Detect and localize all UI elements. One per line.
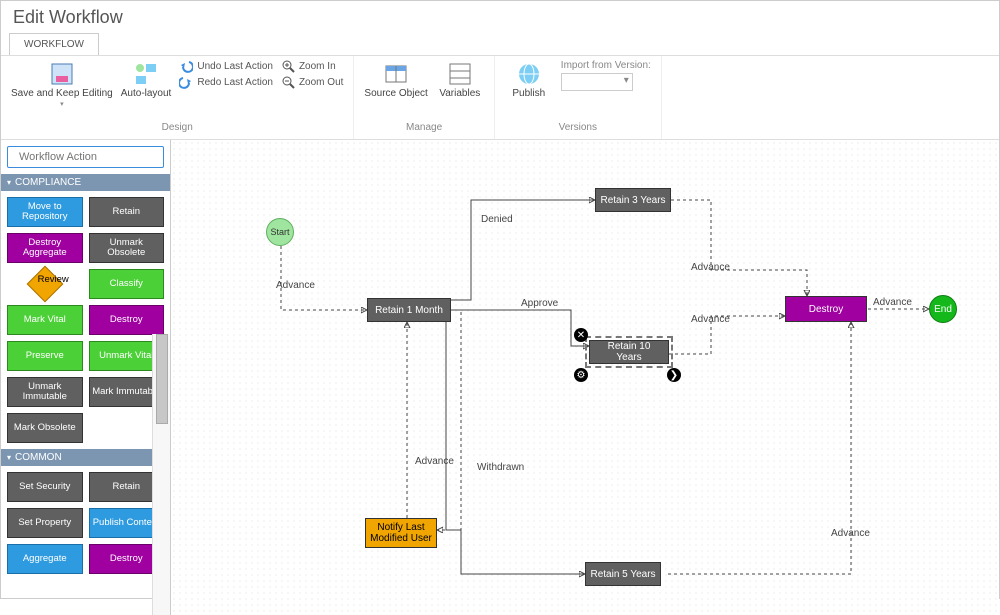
palette-aggregate[interactable]: Aggregate [7,544,83,574]
palette-mark-vital[interactable]: Mark Vital [7,305,83,335]
palette-destroy[interactable]: Destroy [89,305,165,335]
ribbon: Save and Keep Editing ▾ Auto-layout Undo… [1,56,999,140]
redo-icon [179,75,193,89]
search-input[interactable] [17,150,163,164]
palette-unmark-imm[interactable]: Unmark Immutable [7,377,83,407]
search-icon [12,150,13,164]
node-gear-icon[interactable]: ⚙ [574,368,588,382]
edge-label: Advance [691,262,730,273]
palette-mark-obs[interactable]: Mark Obsolete [7,413,83,443]
palette-preserve[interactable]: Preserve [7,341,83,371]
save-button[interactable]: Save and Keep Editing ▾ [7,58,117,110]
palette-retain[interactable]: Retain [89,197,165,227]
category-common[interactable]: COMMON [1,449,170,466]
source-object-button[interactable]: Source Object [360,58,431,102]
node-end[interactable]: End [929,295,957,323]
palette-classify[interactable]: Classify [89,269,165,299]
edge-label: Denied [481,214,513,225]
node-next-icon[interactable]: ❯ [667,368,681,382]
palette-review[interactable]: Review [7,269,83,299]
palette-move-repo[interactable]: Move to Repository [7,197,83,227]
palette-unmark-obs[interactable]: Unmark Obsolete [89,233,165,263]
search-field[interactable] [7,146,164,168]
node-start[interactable]: Start [266,218,294,246]
ribbon-group-versions: Versions [501,120,655,137]
action-palette: COMPLIANCE Move to Repository Retain Des… [1,140,171,615]
variables-icon [446,60,474,88]
workflow-canvas[interactable]: Start Retain 1 Month Retain 3 Years Reta… [171,140,999,615]
table-icon [382,60,410,88]
ribbon-group-manage: Manage [360,120,487,137]
edge-label: Advance [276,280,315,291]
tab-workflow[interactable]: WORKFLOW [9,33,99,55]
page-title: Edit Workflow [1,1,999,30]
publish-button[interactable]: Publish [501,58,557,102]
node-retain-10-years[interactable]: Retain 10 Years [589,340,669,364]
tabbar: WORKFLOW [1,30,999,56]
import-label: Import from Version: [557,60,655,71]
variables-button[interactable]: Variables [432,58,488,102]
edge-label: Advance [873,297,912,308]
node-destroy[interactable]: Destroy [785,296,867,322]
zoom-out-icon [281,75,295,89]
node-retain-5-years[interactable]: Retain 5 Years [585,562,661,586]
edge-label: Withdrawn [477,462,524,473]
palette-scrollbar[interactable] [152,334,170,615]
node-retain-3-years[interactable]: Retain 3 Years [595,188,671,212]
zoom-out-button[interactable]: Zoom Out [277,74,347,90]
palette-set-property[interactable]: Set Property [7,508,83,538]
auto-layout-button[interactable]: Auto-layout [117,58,176,102]
ribbon-group-design: Design [7,120,347,137]
zoom-in-icon [281,59,295,73]
undo-button[interactable]: Undo Last Action [175,58,277,74]
redo-button[interactable]: Redo Last Action [175,74,277,90]
zoom-in-button[interactable]: Zoom In [277,58,347,74]
save-icon [48,60,76,88]
edge-label: Advance [415,456,454,467]
undo-icon [179,59,193,73]
edge-label: Advance [831,528,870,539]
edge-label: Approve [521,298,558,309]
publish-icon [515,60,543,88]
node-notify[interactable]: Notify Last Modified User [365,518,437,548]
palette-destroy-agg[interactable]: Destroy Aggregate [7,233,83,263]
palette-set-security[interactable]: Set Security [7,472,83,502]
edge-label: Advance [691,314,730,325]
node-retain-1-month[interactable]: Retain 1 Month [367,298,451,322]
node-delete-icon[interactable]: ✕ [574,328,588,342]
layout-icon [132,60,160,88]
category-compliance[interactable]: COMPLIANCE [1,174,170,191]
import-version-dropdown[interactable] [561,73,633,91]
